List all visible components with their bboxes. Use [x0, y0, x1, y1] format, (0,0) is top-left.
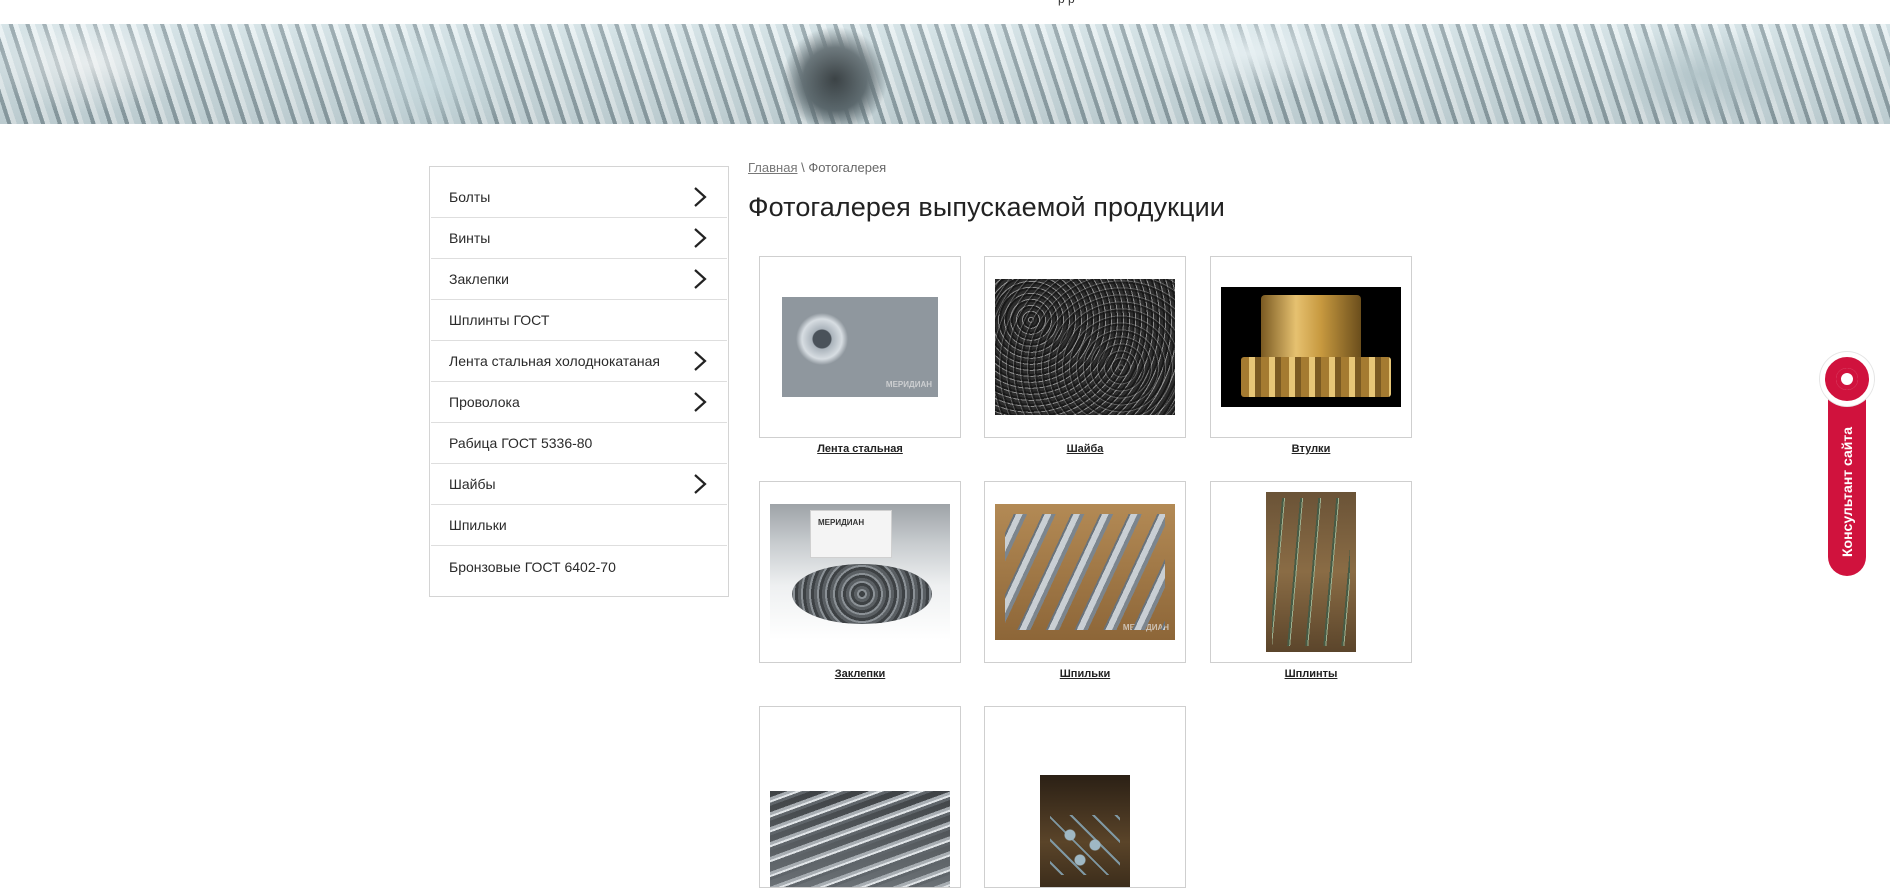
- gallery-item[interactable]: Шайба: [984, 256, 1186, 455]
- washers-photo[interactable]: [995, 279, 1175, 415]
- rivets-photo[interactable]: МЕРИДИАН: [770, 504, 950, 640]
- gallery-item[interactable]: МЕРИДИАН Лента стальная: [759, 256, 961, 455]
- gallery-thumbnail-frame[interactable]: [1210, 256, 1412, 438]
- sidebar-item-bronze[interactable]: Бронзовые ГОСТ 6402-70: [431, 546, 727, 587]
- sidebar-item-studs[interactable]: Шпильки: [431, 505, 727, 546]
- header-banner: [0, 24, 1890, 124]
- gallery-caption-link[interactable]: Шплинты: [1210, 668, 1412, 680]
- cotter-pins-photo[interactable]: [1266, 492, 1356, 652]
- top-strip: р р: [0, 0, 1890, 24]
- gallery-item[interactable]: [759, 706, 961, 888]
- sidebar-item-washers[interactable]: Шайбы: [431, 464, 727, 505]
- sidebar-item-chain-link[interactable]: Рабица ГОСТ 5336-80: [431, 423, 727, 464]
- sidebar-item-label: Бронзовые ГОСТ 6402-70: [449, 558, 616, 575]
- sidebar-item-label: Шпильки: [449, 517, 507, 533]
- gallery-item[interactable]: Втулки: [1210, 256, 1412, 455]
- sidebar-item-screws[interactable]: Винты: [431, 218, 727, 259]
- chevron-right-icon[interactable]: [689, 227, 711, 249]
- sidebar-item-label: Винты: [449, 230, 491, 246]
- sidebar-item-label: Шайбы: [449, 476, 496, 492]
- watermark: МЕРИДИАН: [1122, 623, 1169, 632]
- sidebar-item-steel-strip[interactable]: Лента стальная холоднокатаная: [431, 341, 727, 382]
- gallery-thumbnail-frame[interactable]: [984, 256, 1186, 438]
- breadcrumb-home-link[interactable]: Главная: [748, 160, 797, 175]
- gallery-thumbnail-frame[interactable]: [984, 706, 1186, 888]
- bolts-photo[interactable]: [770, 791, 950, 887]
- gallery-caption-link[interactable]: Шайба: [984, 443, 1186, 455]
- breadcrumb: Главная \ Фотогалерея: [748, 160, 1428, 180]
- sidebar-item-bolts[interactable]: Болты: [431, 177, 727, 218]
- gallery-caption-link[interactable]: Втулки: [1210, 443, 1412, 455]
- page-title: Фотогалерея выпускаемой продукции: [748, 192, 1225, 222]
- lifebuoy-icon[interactable]: [1820, 352, 1874, 406]
- gallery-item[interactable]: [984, 706, 1186, 888]
- bronze-bushings-photo[interactable]: [1221, 287, 1401, 407]
- sidebar-item-label: Лента стальная холоднокатаная: [449, 353, 660, 369]
- sidebar-item-label: Заклепки: [449, 271, 510, 287]
- sidebar-item-label: Шплинты ГОСТ: [449, 312, 550, 328]
- sidebar-item-label: Болты: [449, 189, 491, 205]
- main-content: Главная \ Фотогалерея Фотогалерея выпуск…: [748, 160, 1428, 223]
- chevron-right-icon[interactable]: [689, 350, 711, 372]
- chevron-right-icon[interactable]: [689, 473, 711, 495]
- gallery-thumbnail-frame[interactable]: [1210, 481, 1412, 663]
- watermark: МЕРИДИАН: [818, 518, 865, 527]
- gallery-caption-link[interactable]: Шпильки: [984, 668, 1186, 680]
- sidebar-item-wire[interactable]: Проволока: [431, 382, 727, 423]
- sidebar-item-label: Проволока: [449, 394, 520, 410]
- banner-shade: [0, 24, 1890, 124]
- breadcrumb-current: Фотогалерея: [808, 160, 887, 175]
- gallery-thumbnail-frame[interactable]: [759, 706, 961, 888]
- sidebar-item-label: Рабица ГОСТ 5336-80: [449, 435, 593, 451]
- header-cut-text: р р: [1058, 0, 1075, 6]
- steel-coils-photo[interactable]: МЕРИДИАН: [782, 297, 938, 397]
- studs-photo[interactable]: МЕРИДИАН: [995, 504, 1175, 640]
- screws-photo[interactable]: [1040, 775, 1130, 887]
- catalog-sidebar: Болты Винты Заклепки Шплинты ГОСТ Лента …: [429, 166, 729, 597]
- consultant-label[interactable]: Консультант сайта: [1839, 427, 1855, 557]
- gallery-item[interactable]: МЕРИДИАН Шпильки: [984, 481, 1186, 680]
- chevron-right-icon[interactable]: [689, 268, 711, 290]
- gallery-caption-link[interactable]: Заклепки: [759, 668, 961, 680]
- sidebar-item-rivets[interactable]: Заклепки: [431, 259, 727, 300]
- chevron-right-icon[interactable]: [689, 186, 711, 208]
- gallery-caption-link[interactable]: Лента стальная: [759, 443, 961, 455]
- gallery-thumbnail-frame[interactable]: МЕРИДИАН: [759, 481, 961, 663]
- sidebar-item-cotter-pins[interactable]: Шплинты ГОСТ: [431, 300, 727, 341]
- gallery-thumbnail-frame[interactable]: МЕРИДИАН: [984, 481, 1186, 663]
- gallery-item[interactable]: МЕРИДИАН Заклепки: [759, 481, 961, 680]
- gallery-item[interactable]: Шплинты: [1210, 481, 1412, 680]
- chevron-right-icon[interactable]: [689, 391, 711, 413]
- watermark: МЕРИДИАН: [885, 380, 932, 389]
- breadcrumb-separator: \: [801, 160, 805, 175]
- site-consultant-widget[interactable]: Консультант сайта: [1820, 352, 1874, 576]
- gallery-thumbnail-frame[interactable]: МЕРИДИАН: [759, 256, 961, 438]
